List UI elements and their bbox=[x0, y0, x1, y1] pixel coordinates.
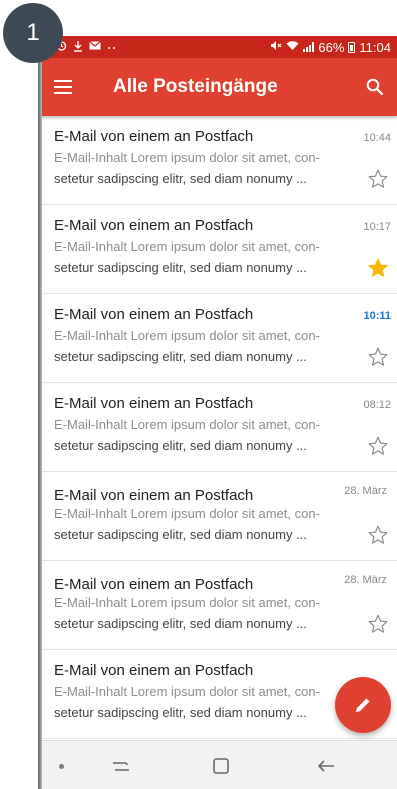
search-icon[interactable] bbox=[353, 58, 397, 116]
mute-icon bbox=[270, 40, 282, 54]
home-icon[interactable] bbox=[208, 753, 234, 779]
step-badge: 1 bbox=[3, 3, 63, 63]
mail-preview-line: setetur sadipscing elitr, sed diam nonum… bbox=[54, 527, 307, 542]
mail-preview-line: setetur sadipscing elitr, sed diam nonum… bbox=[54, 171, 307, 186]
battery-icon bbox=[348, 41, 356, 53]
signal-icon bbox=[303, 42, 315, 52]
wifi-icon bbox=[286, 40, 299, 54]
star-outline-icon[interactable] bbox=[367, 524, 389, 546]
star-outline-icon[interactable] bbox=[367, 346, 389, 368]
download-icon bbox=[73, 40, 83, 55]
star-outline-icon[interactable] bbox=[367, 613, 389, 635]
compose-button[interactable] bbox=[335, 677, 391, 733]
mail-time: 08:12 bbox=[363, 399, 391, 411]
mail-preview-line: E-Mail-Inhalt Lorem ipsum dolor sit amet… bbox=[54, 239, 320, 254]
more-icon bbox=[107, 42, 117, 53]
battery-percent: 66% bbox=[318, 39, 345, 55]
page-title: Alle Posteingänge bbox=[113, 76, 278, 97]
mail-preview-line: E-Mail-Inhalt Lorem ipsum dolor sit amet… bbox=[54, 684, 320, 699]
mail-time: 10:44 bbox=[363, 132, 391, 144]
mail-preview-line: setetur sadipscing elitr, sed diam nonum… bbox=[54, 260, 307, 275]
mail-row[interactable]: E-Mail von einem an Postfach 28. März E-… bbox=[38, 472, 397, 561]
mail-time: 10:11 bbox=[363, 310, 391, 322]
mail-preview-line: E-Mail-Inhalt Lorem ipsum dolor sit amet… bbox=[54, 328, 320, 343]
mail-preview-line: E-Mail-Inhalt Lorem ipsum dolor sit amet… bbox=[54, 417, 320, 432]
pencil-icon bbox=[356, 698, 370, 712]
status-time: 11:04 bbox=[359, 39, 391, 55]
mail-icon bbox=[89, 41, 101, 53]
mail-preview-line: E-Mail-Inhalt Lorem ipsum dolor sit amet… bbox=[54, 506, 320, 521]
star-filled-icon[interactable] bbox=[367, 257, 389, 279]
mail-subject: E-Mail von einem an Postfach bbox=[54, 662, 254, 679]
mail-row[interactable]: E-Mail von einem an Postfach 28. März E-… bbox=[38, 561, 397, 650]
mail-subject: E-Mail von einem an Postfach bbox=[54, 128, 254, 145]
back-icon[interactable] bbox=[313, 753, 339, 779]
recent-apps-icon[interactable] bbox=[108, 753, 134, 779]
mail-preview-line: setetur sadipscing elitr, sed diam nonum… bbox=[54, 349, 307, 364]
mail-time: 28. März bbox=[344, 574, 387, 586]
app-bar: Alle Posteingänge bbox=[38, 58, 397, 116]
nav-dot bbox=[59, 764, 64, 769]
status-bar: 66% 11:04 bbox=[38, 36, 397, 58]
phone-edge bbox=[38, 36, 42, 789]
mail-subject: E-Mail von einem an Postfach bbox=[54, 306, 254, 323]
mail-row[interactable]: E-Mail von einem an Postfach 08:12 E-Mai… bbox=[38, 383, 397, 472]
mail-row[interactable]: E-Mail von einem an Postfach 10:44 E-Mai… bbox=[38, 116, 397, 205]
star-outline-icon[interactable] bbox=[367, 435, 389, 457]
phone-screen: 66% 11:04 Alle Posteingänge E-Mail von e… bbox=[38, 36, 397, 789]
star-outline-icon[interactable] bbox=[367, 168, 389, 190]
menu-icon[interactable] bbox=[38, 58, 88, 116]
mail-subject: E-Mail von einem an Postfach bbox=[54, 487, 254, 504]
mail-preview-line: setetur sadipscing elitr, sed diam nonum… bbox=[54, 438, 307, 453]
mail-subject: E-Mail von einem an Postfach bbox=[54, 217, 254, 234]
mail-time: 10:17 bbox=[363, 221, 391, 233]
mail-list: E-Mail von einem an Postfach 10:44 E-Mai… bbox=[38, 116, 397, 739]
mail-time: 28. März bbox=[344, 485, 387, 497]
mail-subject: E-Mail von einem an Postfach bbox=[54, 395, 254, 412]
mail-row[interactable]: E-Mail von einem an Postfach 10:11 E-Mai… bbox=[38, 294, 397, 383]
mail-preview-line: setetur sadipscing elitr, sed diam nonum… bbox=[54, 616, 307, 631]
mail-preview-line: E-Mail-Inhalt Lorem ipsum dolor sit amet… bbox=[54, 150, 320, 165]
step-number: 1 bbox=[26, 19, 40, 46]
screenshot-page: 1 66% 11:04 Alle Posteingänge E-Mail von… bbox=[0, 0, 397, 789]
mail-row[interactable]: E-Mail von einem an Postfach 10:17 E-Mai… bbox=[38, 205, 397, 294]
mail-subject: E-Mail von einem an Postfach bbox=[54, 576, 254, 593]
mail-preview-line: setetur sadipscing elitr, sed diam nonum… bbox=[54, 705, 307, 720]
mail-preview-line: E-Mail-Inhalt Lorem ipsum dolor sit amet… bbox=[54, 595, 320, 610]
navigation-bar bbox=[38, 740, 397, 789]
